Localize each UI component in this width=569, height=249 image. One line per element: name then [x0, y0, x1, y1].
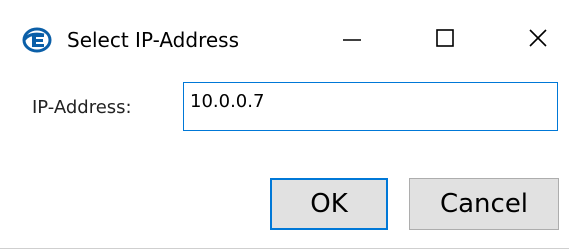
maximize-icon: [435, 28, 455, 52]
window-title: Select IP-Address: [67, 28, 240, 52]
app-logo-icon: [22, 26, 52, 54]
dialog-window: Select IP-Address IP-Address: 10.0.0.7 O…: [0, 0, 569, 249]
ip-address-label: IP-Address:: [32, 97, 132, 118]
close-icon: [528, 28, 548, 52]
title-bar[interactable]: Select IP-Address: [0, 0, 569, 78]
ip-address-input[interactable]: [183, 82, 558, 131]
cancel-button[interactable]: Cancel: [409, 178, 559, 230]
maximize-button[interactable]: [415, 16, 475, 64]
minimize-button[interactable]: [322, 16, 382, 64]
close-button[interactable]: [508, 16, 568, 64]
minimize-icon: [342, 28, 362, 52]
ok-button[interactable]: OK: [270, 178, 388, 230]
